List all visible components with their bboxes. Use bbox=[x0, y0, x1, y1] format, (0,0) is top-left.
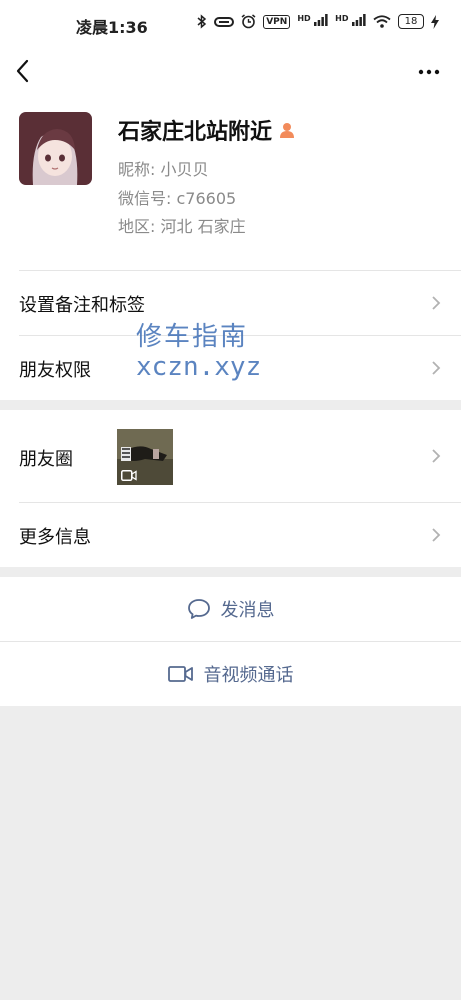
wechat-id: 微信号: c76605 bbox=[118, 189, 237, 208]
video-camera-icon bbox=[167, 666, 193, 682]
permissions-label: 朋友权限 bbox=[19, 360, 91, 381]
gender-female-icon bbox=[280, 123, 295, 138]
wifi-icon bbox=[373, 15, 391, 28]
avatar-image bbox=[19, 112, 92, 185]
contact-name: 石家庄北站附近 bbox=[118, 120, 273, 145]
hd-label-1: HD bbox=[297, 14, 311, 23]
chevron-right-icon bbox=[432, 528, 441, 542]
signal-2: HD bbox=[335, 14, 366, 29]
more-info-label: 更多信息 bbox=[19, 527, 91, 548]
status-time: 凌晨1:36 bbox=[76, 18, 148, 37]
menu-item-remark-tags[interactable]: 设置备注和标签 bbox=[0, 270, 461, 335]
menu-item-moments[interactable]: 朋友圈 bbox=[0, 410, 461, 502]
alarm-icon bbox=[241, 14, 256, 29]
hd-label-2: HD bbox=[335, 14, 349, 23]
video-call-label: 音视频通话 bbox=[203, 665, 294, 686]
signal-icon bbox=[352, 14, 366, 26]
chevron-right-icon bbox=[432, 296, 441, 310]
region: 地区: 河北 石家庄 bbox=[118, 217, 246, 236]
signal-1: HD bbox=[297, 14, 328, 29]
more-options-icon[interactable] bbox=[417, 62, 441, 82]
profile-header: 石家庄北站附近 昵称: 小贝贝 微信号: c76605 地区: 河北 石家庄 bbox=[0, 96, 461, 270]
nickname: 昵称: 小贝贝 bbox=[118, 160, 209, 179]
battery-indicator: 18 bbox=[398, 14, 424, 29]
divider bbox=[19, 270, 461, 271]
vpn-badge: VPN bbox=[263, 14, 291, 29]
contact-name-row: 石家庄北站附近 bbox=[118, 114, 296, 146]
message-bubble-icon bbox=[187, 599, 210, 619]
video-call-button[interactable]: 音视频通话 bbox=[0, 641, 461, 706]
status-icons: VPN HD HD 18 bbox=[197, 14, 439, 29]
charging-icon bbox=[431, 14, 439, 29]
status-bar: 凌晨1:36 VPN HD HD 18 bbox=[0, 0, 461, 48]
link-icon bbox=[214, 16, 235, 27]
remark-tags-label: 设置备注和标签 bbox=[19, 295, 145, 316]
divider bbox=[19, 502, 461, 503]
signal-icon bbox=[314, 14, 328, 26]
menu-item-permissions[interactable]: 朋友权限 bbox=[0, 335, 461, 400]
bluetooth-icon bbox=[197, 14, 207, 29]
chevron-right-icon bbox=[432, 449, 441, 463]
moments-label: 朋友圈 bbox=[19, 449, 73, 470]
avatar[interactable] bbox=[19, 112, 92, 185]
send-message-label: 发消息 bbox=[220, 600, 275, 621]
divider bbox=[19, 335, 461, 336]
moments-thumbnail bbox=[117, 429, 173, 485]
chevron-right-icon bbox=[432, 361, 441, 375]
nav-bar bbox=[0, 48, 461, 96]
battery-level: 18 bbox=[404, 16, 418, 27]
menu-item-more-info[interactable]: 更多信息 bbox=[0, 502, 461, 567]
back-arrow-icon[interactable] bbox=[12, 56, 36, 86]
video-icon bbox=[121, 470, 137, 481]
send-message-button[interactable]: 发消息 bbox=[0, 577, 461, 641]
